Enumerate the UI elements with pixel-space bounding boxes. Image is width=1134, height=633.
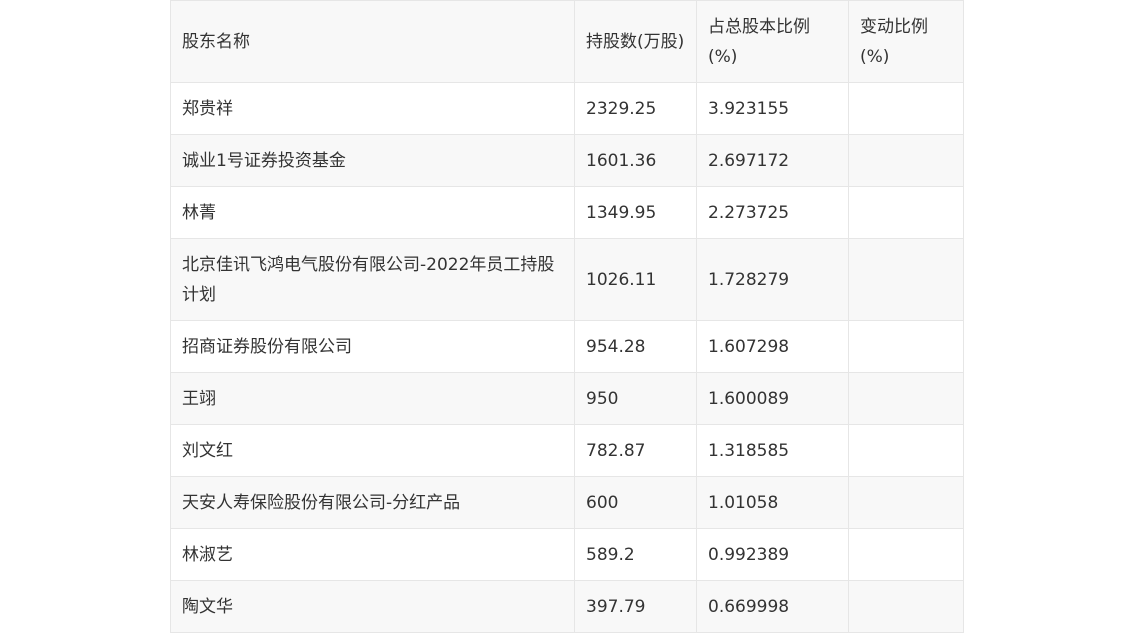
cell-shareholder-name: 王翊 — [170, 372, 575, 425]
header-change: 变动比例(%) — [848, 0, 964, 83]
shareholder-table: 股东名称 持股数(万股) 占总股本比例(%) 变动比例(%) 郑贵祥 2329.… — [170, 0, 964, 633]
cell-shares: 397.79 — [574, 580, 697, 633]
cell-change — [848, 186, 964, 239]
cell-change — [848, 528, 964, 581]
table-row: 王翊 950 1.600089 — [170, 372, 964, 425]
cell-shares: 1349.95 — [574, 186, 697, 239]
cell-shares: 1601.36 — [574, 134, 697, 187]
cell-shareholder-name: 诚业1号证券投资基金 — [170, 134, 575, 187]
header-ratio: 占总股本比例(%) — [696, 0, 849, 83]
table-row: 陶文华 397.79 0.669998 — [170, 580, 964, 633]
cell-ratio: 2.697172 — [696, 134, 849, 187]
cell-ratio: 1.318585 — [696, 424, 849, 477]
cell-change — [848, 134, 964, 187]
shareholder-table-container: 股东名称 持股数(万股) 占总股本比例(%) 变动比例(%) 郑贵祥 2329.… — [170, 0, 964, 633]
cell-shares: 2329.25 — [574, 82, 697, 135]
cell-shareholder-name: 陶文华 — [170, 580, 575, 633]
cell-change — [848, 320, 964, 373]
cell-shares: 589.2 — [574, 528, 697, 581]
table-row: 招商证券股份有限公司 954.28 1.607298 — [170, 320, 964, 373]
cell-shareholder-name: 招商证券股份有限公司 — [170, 320, 575, 373]
cell-shares: 954.28 — [574, 320, 697, 373]
cell-shareholder-name: 林淑艺 — [170, 528, 575, 581]
cell-ratio: 0.669998 — [696, 580, 849, 633]
cell-change — [848, 580, 964, 633]
table-row: 天安人寿保险股份有限公司-分红产品 600 1.01058 — [170, 476, 964, 529]
cell-ratio: 0.992389 — [696, 528, 849, 581]
cell-shareholder-name: 北京佳讯飞鸿电气股份有限公司-2022年员工持股计划 — [170, 238, 575, 321]
cell-shares: 782.87 — [574, 424, 697, 477]
cell-shares: 600 — [574, 476, 697, 529]
header-shareholder-name: 股东名称 — [170, 0, 575, 83]
cell-shares: 1026.11 — [574, 238, 697, 321]
cell-shares: 950 — [574, 372, 697, 425]
header-shares: 持股数(万股) — [574, 0, 697, 83]
cell-change — [848, 238, 964, 321]
table-row: 北京佳讯飞鸿电气股份有限公司-2022年员工持股计划 1026.11 1.728… — [170, 238, 964, 321]
cell-shareholder-name: 林菁 — [170, 186, 575, 239]
cell-ratio: 1.728279 — [696, 238, 849, 321]
cell-change — [848, 476, 964, 529]
table-row: 刘文红 782.87 1.318585 — [170, 424, 964, 477]
table-row: 诚业1号证券投资基金 1601.36 2.697172 — [170, 134, 964, 187]
table-row: 林淑艺 589.2 0.992389 — [170, 528, 964, 581]
cell-ratio: 1.01058 — [696, 476, 849, 529]
cell-shareholder-name: 刘文红 — [170, 424, 575, 477]
table-row: 林菁 1349.95 2.273725 — [170, 186, 964, 239]
cell-shareholder-name: 郑贵祥 — [170, 82, 575, 135]
table-row: 郑贵祥 2329.25 3.923155 — [170, 82, 964, 135]
cell-ratio: 2.273725 — [696, 186, 849, 239]
cell-change — [848, 82, 964, 135]
table-header-row: 股东名称 持股数(万股) 占总股本比例(%) 变动比例(%) — [170, 0, 964, 83]
cell-change — [848, 372, 964, 425]
cell-change — [848, 424, 964, 477]
cell-ratio: 1.607298 — [696, 320, 849, 373]
cell-ratio: 3.923155 — [696, 82, 849, 135]
cell-ratio: 1.600089 — [696, 372, 849, 425]
cell-shareholder-name: 天安人寿保险股份有限公司-分红产品 — [170, 476, 575, 529]
